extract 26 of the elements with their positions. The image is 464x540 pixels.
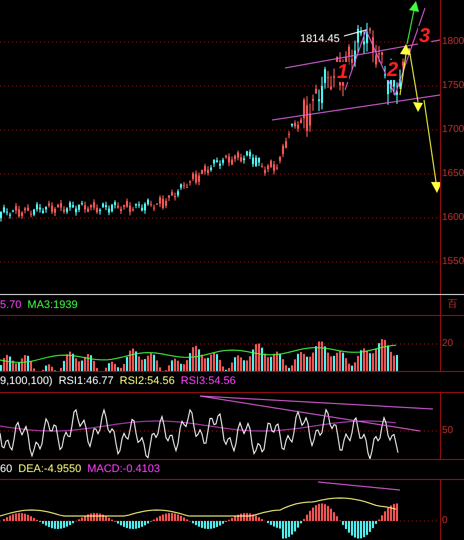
- wave-number: 3: [418, 26, 432, 46]
- arrow-icon: [400, 44, 411, 96]
- arrow-icon: [406, 1, 419, 44]
- indicator-value: 9,100,100): [0, 376, 53, 388]
- indicator-value: RSI2:54.56: [120, 376, 175, 388]
- peak-price-label: 1814.45: [300, 34, 340, 45]
- axis-label: 0: [441, 516, 448, 526]
- axis-label: 20: [441, 339, 454, 349]
- indicator-value: RSI1:46.77: [58, 376, 114, 388]
- axis-label: 1550: [441, 257, 464, 267]
- unit-label: 百: [448, 300, 458, 310]
- axis-label: 1750: [441, 81, 464, 91]
- indicator-value: DEA:-4.9550: [18, 464, 82, 475]
- leader-line: [344, 30, 366, 36]
- axis-label: 50: [441, 426, 454, 436]
- wave-number: 2: [386, 60, 400, 80]
- wave-number: 1: [336, 62, 350, 82]
- axis-label: 1600: [441, 213, 464, 223]
- axis-label: 1700: [441, 125, 464, 135]
- indicator-value: 5.70: [0, 300, 22, 310]
- indicator-value: MA3:1939: [27, 300, 78, 310]
- axis-label: 1800: [441, 37, 464, 47]
- axis-label: 1650: [441, 169, 464, 179]
- indicator-value: MACD:-0.4103: [87, 464, 160, 475]
- indicator-value: RSI3:54.56: [180, 376, 236, 388]
- indicator-value: 60: [0, 464, 12, 475]
